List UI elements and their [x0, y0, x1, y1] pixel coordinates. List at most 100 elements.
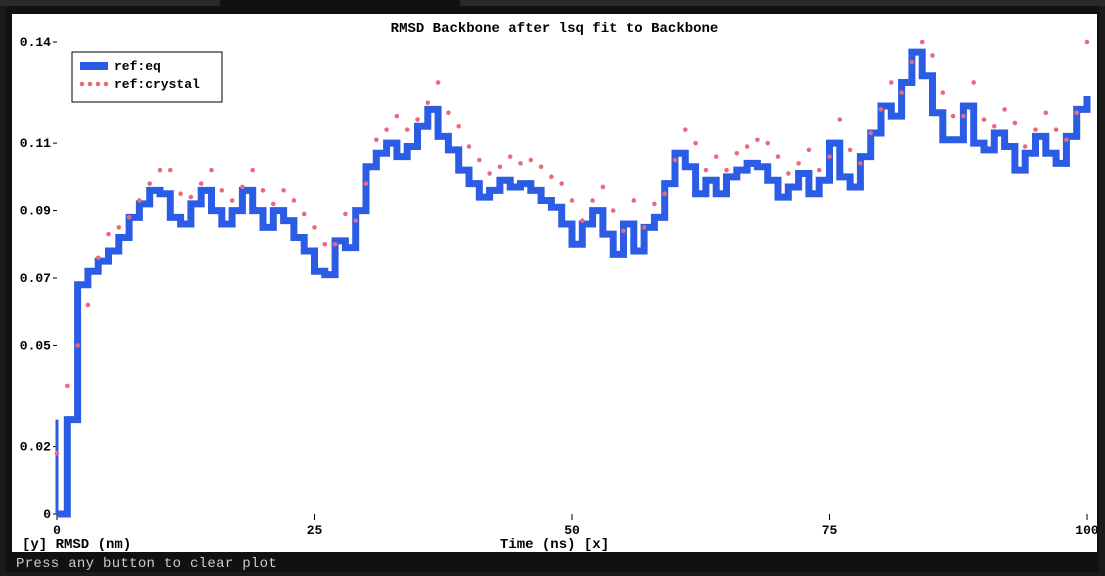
series-ref:crystal-pt [281, 188, 286, 193]
series-ref:crystal-pt [961, 114, 966, 119]
series-ref:crystal-pt [261, 188, 266, 193]
series-ref:crystal-pt [199, 181, 204, 186]
series-ref:crystal-pt [786, 171, 791, 176]
series-ref:crystal-pt [693, 141, 698, 146]
series-ref:crystal-pt [621, 229, 626, 234]
series-ref:crystal-pt [117, 225, 122, 230]
series-ref:crystal-pt [333, 242, 338, 247]
x-tick-label: 50 [564, 523, 580, 538]
series-ref:crystal-pt [807, 148, 812, 153]
x-axis-label: Time (ns) [x] [500, 537, 609, 552]
series-ref:crystal-pt [220, 188, 225, 193]
series-ref:crystal-pt [292, 198, 297, 203]
series-ref:crystal-pt [920, 40, 925, 45]
legend-swatch-eq [80, 62, 108, 70]
series-ref:crystal-pt [930, 53, 935, 58]
series-ref:crystal-pt [189, 195, 194, 200]
series-ref:crystal-pt [127, 215, 132, 220]
series-ref:crystal-pt [549, 175, 554, 180]
series-ref:crystal-pt [353, 218, 358, 223]
series-ref:crystal-pt [652, 202, 657, 207]
series-ref:crystal-pt [858, 161, 863, 166]
legend-swatch-crystal [104, 82, 109, 87]
series-ref:crystal-pt [384, 127, 389, 132]
series-ref:crystal-pt [827, 154, 832, 159]
series-ref:crystal-pt [498, 164, 503, 169]
series-ref:crystal-pt [415, 117, 420, 122]
series-ref:crystal-pt [209, 168, 214, 173]
y-tick-label: 0.02 [20, 440, 51, 455]
legend-label-crystal: ref:crystal [114, 77, 200, 92]
series-ref:crystal-pt [868, 131, 873, 136]
series-ref:crystal-pt [570, 198, 575, 203]
x-tick-label: 75 [822, 523, 838, 538]
series-ref:crystal-pt [539, 164, 544, 169]
x-tick-label: 100 [1075, 523, 1097, 538]
active-tab[interactable] [220, 0, 460, 6]
series-ref:crystal-pt [982, 117, 987, 122]
series-ref:crystal-pt [838, 117, 843, 122]
series-ref:crystal-pt [446, 111, 451, 116]
legend-swatch-crystal [80, 82, 85, 87]
series-ref:crystal-pt [632, 198, 637, 203]
y-tick-label: 0.14 [20, 35, 51, 50]
y-tick-label: 0 [43, 507, 51, 522]
series-ref:crystal-pt [147, 181, 152, 186]
series-ref:crystal-pt [137, 198, 142, 203]
series-ref:crystal-pt [590, 198, 595, 203]
series-ref:crystal-pt [343, 212, 348, 217]
series-ref:crystal-pt [477, 158, 482, 163]
series-ref:crystal-pt [529, 158, 534, 163]
series-ref:crystal-pt [106, 232, 111, 237]
series-ref:crystal-pt [1074, 111, 1079, 116]
series-ref:crystal-pt [662, 191, 667, 196]
series-ref:crystal-pt [158, 168, 163, 173]
series-ref:crystal-pt [1023, 144, 1028, 149]
series-ref:crystal-pt [735, 151, 740, 156]
series-ref:crystal-pt [910, 60, 915, 65]
series-ref:crystal-pt [724, 168, 729, 173]
series-ref:crystal-pt [487, 171, 492, 176]
series-ref:crystal-pt [436, 80, 441, 85]
series-ref:crystal-pt [1044, 111, 1049, 116]
series-ref:crystal-pt [96, 255, 101, 260]
x-tick-label: 25 [307, 523, 323, 538]
series-ref:crystal-pt [178, 191, 183, 196]
series-ref:crystal-pt [250, 168, 255, 173]
chart-title: RMSD Backbone after lsq fit to Backbone [391, 21, 719, 37]
y-tick-label: 0.09 [20, 204, 51, 219]
series-ref:crystal-pt [168, 168, 173, 173]
series-ref:crystal-pt [65, 384, 70, 389]
series-ref:crystal-pt [1054, 127, 1059, 132]
series-ref:crystal-pt [580, 218, 585, 223]
series-ref:crystal-pt [971, 80, 976, 85]
series-ref:crystal-pt [745, 144, 750, 149]
series-ref:crystal-pt [889, 80, 894, 85]
terminal-frame: RMSD Backbone after lsq fit to Backbone 0… [6, 6, 1099, 572]
series-ref:crystal-pt [1013, 121, 1018, 126]
series-ref:crystal-pt [1064, 137, 1069, 142]
series-ref:crystal-pt [467, 144, 472, 149]
series-ref:crystal-pt [374, 137, 379, 142]
series-ref:crystal-pt [312, 225, 317, 230]
y-tick-label: 0.07 [20, 271, 51, 286]
y-axis-label: [y] RMSD (nm) [22, 537, 131, 552]
series-ref:crystal-pt [508, 154, 513, 159]
series-ref:crystal-pt [456, 124, 461, 129]
series-ref:crystal-pt [704, 168, 709, 173]
series-ref:crystal-pt [673, 158, 678, 163]
series-ref:crystal-pt [364, 181, 369, 186]
series-ref:crystal-pt [817, 168, 822, 173]
series-ref:crystal-pt [611, 208, 616, 213]
series-ref:crystal-pt [405, 127, 410, 132]
legend-swatch-crystal [88, 82, 93, 87]
series-ref:crystal-pt [240, 185, 245, 190]
series-ref:crystal-pt [992, 124, 997, 129]
series-ref:crystal-pt [86, 303, 91, 308]
series-ref:crystal-pt [714, 154, 719, 159]
series-ref:crystal-pt [426, 100, 431, 105]
series-ref:crystal-pt [879, 107, 884, 112]
legend-label-eq: ref:eq [114, 59, 161, 74]
series-ref:crystal-pt [776, 154, 781, 159]
series-ref:crystal-pt [559, 181, 564, 186]
